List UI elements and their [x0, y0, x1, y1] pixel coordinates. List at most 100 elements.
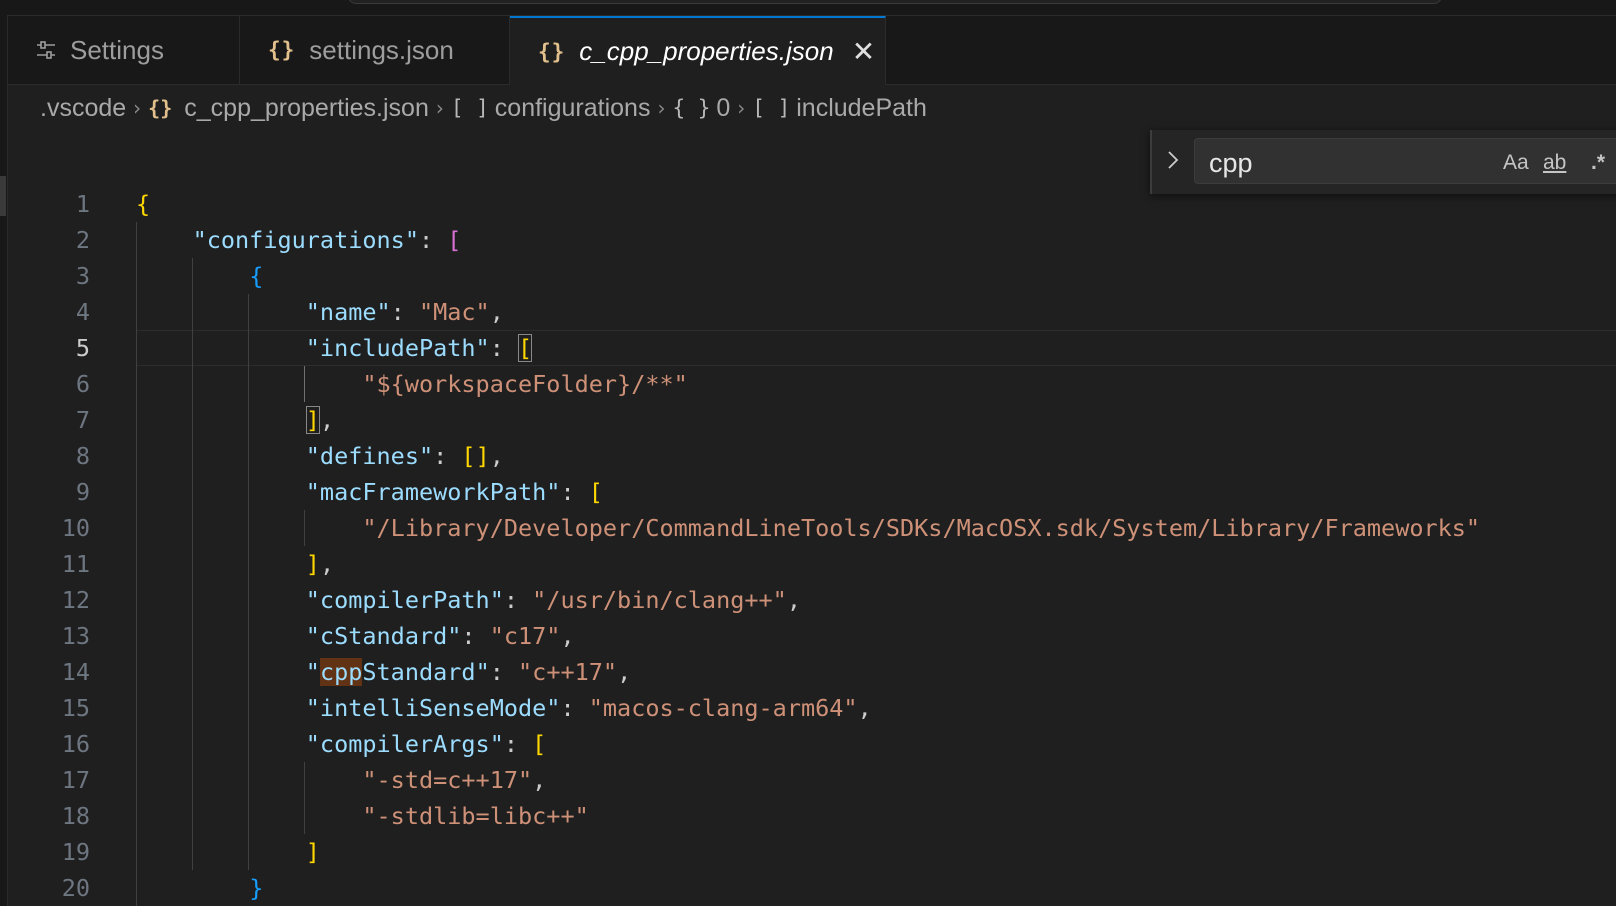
code-line[interactable]: "configurations": [	[136, 222, 1616, 258]
line-number: 17	[61, 766, 90, 794]
code-editor[interactable]: 1 2 3 4 5 6 7 8 9 10 11 12 13 14 15 16 17 18 19 20 { "confi…	[8, 186, 1616, 906]
line-number: 4	[75, 298, 90, 326]
code-token: [	[532, 730, 547, 758]
code-line[interactable]: "defines": [],	[136, 438, 1616, 474]
regex-toggle[interactable]: .*	[1591, 151, 1605, 175]
code-token: :	[560, 478, 589, 506]
tab-c-cpp-properties[interactable]: {} c_cpp_properties.json ✕	[510, 16, 886, 85]
breadcrumb: .vscode › {} c_cpp_properties.json › [ ]…	[40, 86, 927, 130]
code-line[interactable]: ],	[136, 402, 1616, 438]
find-input[interactable]: cpp Aa ab .*	[1194, 138, 1616, 184]
breadcrumb-folder[interactable]: .vscode	[40, 94, 126, 123]
code-token: "macos-clang-arm64"	[588, 694, 858, 722]
line-number: 13	[61, 622, 90, 650]
code-line[interactable]: "-std=c++17",	[136, 762, 1616, 798]
breadcrumb-configurations[interactable]: [ ] configurations	[451, 94, 651, 123]
breadcrumb-file[interactable]: {} c_cpp_properties.json	[148, 94, 429, 123]
json-braces-icon: {}	[538, 39, 566, 64]
close-icon[interactable]: ✕	[852, 37, 875, 66]
code-token: ,	[489, 298, 504, 326]
command-center[interactable]	[348, 0, 1442, 4]
tab-settings-json[interactable]: {} settings.json	[240, 16, 510, 84]
code-token: "name"	[305, 298, 391, 326]
code-token: [	[447, 226, 462, 254]
code-token: :	[461, 622, 490, 650]
array-icon: [ ]	[752, 96, 791, 120]
code-line[interactable]: "${workspaceFolder}/**"	[136, 366, 1616, 402]
breadcrumb-include-path[interactable]: [ ] includePath	[752, 94, 927, 123]
code-token: ,	[786, 586, 801, 614]
json-braces-icon: {}	[268, 38, 296, 62]
code-token: "includePath"	[305, 334, 490, 362]
code-line[interactable]: }	[136, 870, 1616, 906]
code-token: "-std=c++17"	[362, 766, 533, 794]
code-token: "configurations"	[192, 226, 419, 254]
code-token: ,	[560, 622, 575, 650]
code-token: "c17"	[489, 622, 561, 650]
chevron-right-icon: ›	[435, 96, 444, 120]
match-case-toggle[interactable]: Aa	[1503, 151, 1529, 175]
code-line[interactable]: "name": "Mac",	[136, 294, 1616, 330]
breadcrumb-configurations-label: configurations	[494, 93, 651, 122]
code-token: "intelliSenseMode"	[305, 694, 561, 722]
whole-word-toggle[interactable]: ab	[1543, 151, 1566, 175]
code-token: ,	[532, 766, 547, 794]
code-token: :	[433, 442, 462, 470]
code-token: "${workspaceFolder}/**"	[362, 370, 688, 398]
find-input-value: cpp	[1209, 148, 1253, 178]
code-line[interactable]: "/Library/Developer/CommandLineTools/SDK…	[136, 510, 1616, 546]
code-token: {	[136, 190, 151, 218]
code-token: "compilerArgs"	[305, 730, 504, 758]
code-line[interactable]: "includePath": [	[136, 330, 1616, 366]
code-line[interactable]: "macFrameworkPath": [	[136, 474, 1616, 510]
code-token: {	[249, 262, 264, 290]
code-line[interactable]: "intelliSenseMode": "macos-clang-arm64",	[136, 690, 1616, 726]
code-line[interactable]: "-stdlib=libc++"	[136, 798, 1616, 834]
code-token: ,	[617, 658, 632, 686]
breadcrumb-index[interactable]: { } 0	[672, 94, 730, 123]
code-token: :	[489, 658, 519, 686]
code-token: ]	[305, 550, 320, 578]
code-token: "	[305, 658, 320, 686]
line-number: 7	[75, 406, 90, 434]
code-token: :	[489, 334, 519, 362]
code-line[interactable]: "compilerPath": "/usr/bin/clang++",	[136, 582, 1616, 618]
code-line[interactable]: {	[136, 258, 1616, 294]
code-token: :	[418, 226, 448, 254]
tab-bar: Settings {} settings.json {} c_cpp_prope…	[8, 16, 1616, 85]
code-token: :	[503, 730, 533, 758]
line-number: 19	[61, 838, 90, 866]
line-number: 14	[61, 658, 90, 686]
chevron-right-icon: ›	[133, 96, 142, 120]
code-token: []	[461, 442, 490, 470]
scroll-indicator	[0, 176, 6, 216]
indent-guide	[304, 762, 305, 834]
code-line[interactable]: "compilerArgs": [	[136, 726, 1616, 762]
code-line[interactable]: "cppStandard": "c++17",	[136, 654, 1616, 690]
code-line[interactable]: ],	[136, 546, 1616, 582]
chevron-right-icon[interactable]	[1166, 148, 1188, 174]
line-number: 10	[61, 514, 90, 542]
code-token: "cStandard"	[305, 622, 462, 650]
tab-settings[interactable]: Settings	[8, 16, 240, 84]
code-line[interactable]: "cStandard": "c17",	[136, 618, 1616, 654]
code-token: ,	[319, 550, 335, 578]
code-line[interactable]: ]	[136, 834, 1616, 870]
code-area[interactable]: { "configurations": [ { "name": "Mac", "…	[136, 186, 1616, 906]
line-number: 5	[75, 334, 90, 362]
code-token: "-stdlib=libc++"	[362, 802, 589, 830]
code-token: "compilerPath"	[305, 586, 504, 614]
